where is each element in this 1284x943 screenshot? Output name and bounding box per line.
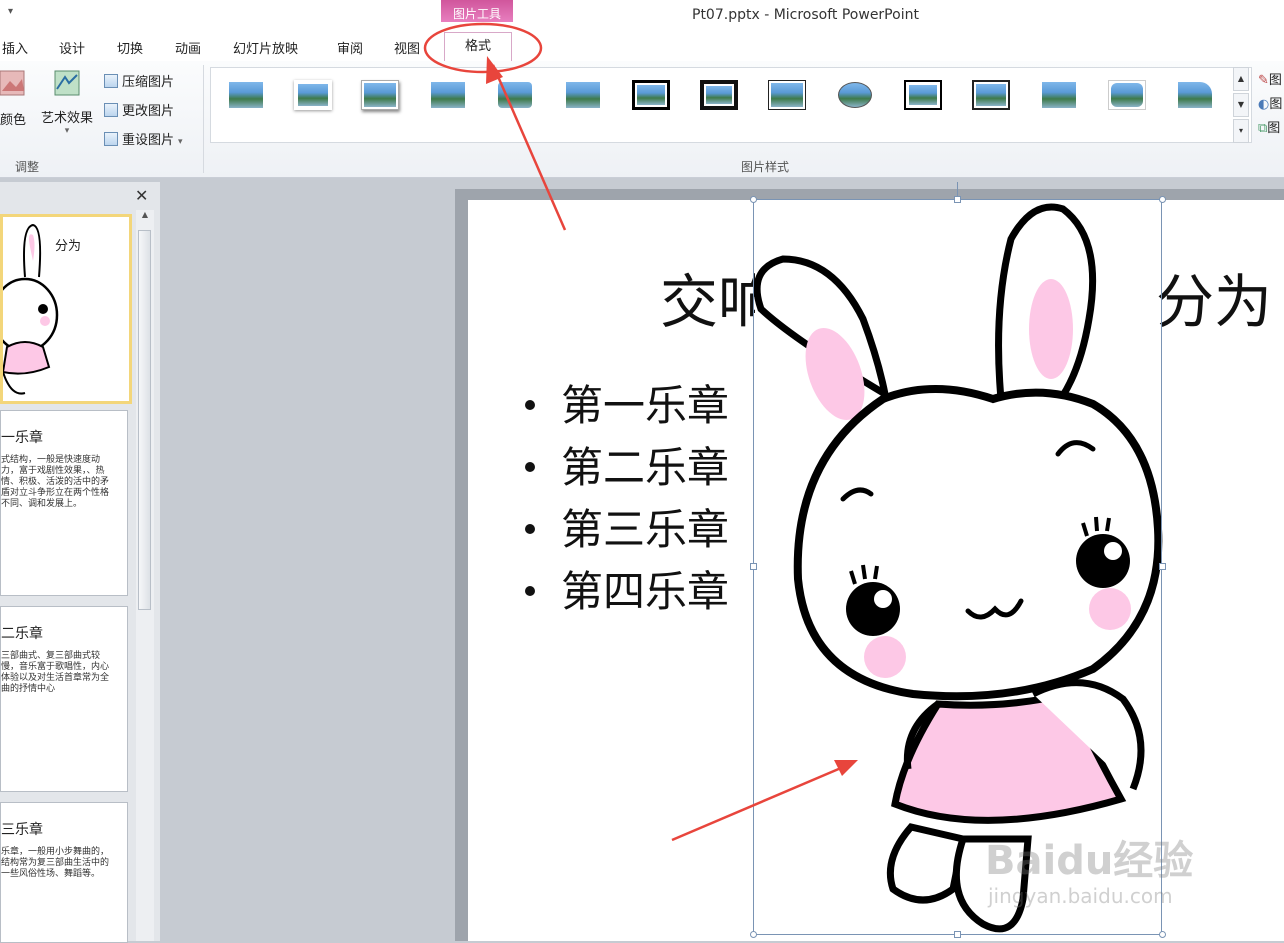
reset-picture-label: 重设图片: [122, 133, 175, 148]
watermark-url: jingyan.baidu.com: [988, 884, 1173, 908]
bullet-dot-icon: [525, 400, 535, 410]
gallery-scroll: ▲ ▼ ▾: [1233, 67, 1249, 143]
picture-border-options[interactable]: ✎图 ◐图 ⧉图: [1258, 69, 1282, 141]
color-button[interactable]: 颜色: [0, 69, 30, 149]
bullet-item: 第四乐章: [525, 558, 729, 620]
artistic-effects-button[interactable]: 艺术效果 ▾: [36, 69, 98, 149]
slide-thumbnail-body: 式结构，一般是快速度动力，富于戏剧性效果，、热情、积极、活泼的活中的矛盾对立斗争…: [1, 455, 110, 509]
tab-format[interactable]: 格式: [444, 32, 512, 63]
rotation-handle-line: [957, 182, 958, 196]
picture-style-bevel[interactable]: [496, 80, 534, 110]
resize-handle-bottom[interactable]: [954, 931, 961, 938]
scroll-up-icon[interactable]: ▲: [136, 210, 154, 219]
gallery-down-icon[interactable]: ▼: [1233, 93, 1249, 117]
ribbon-tab-row: 插入 设计 切换 动画 幻灯片放映 审阅 视图 格式: [0, 32, 1284, 63]
compress-icon: [104, 74, 118, 88]
watermark-logo: Baidu经验: [985, 838, 1194, 884]
color-icon: [0, 70, 25, 96]
picture-style-simple-frame[interactable]: [227, 80, 265, 110]
slide-thumbnail-title: 三乐章: [1, 822, 43, 838]
picture-style-perspective[interactable]: [564, 80, 602, 110]
bullet-dot-icon: [525, 462, 535, 472]
compress-pictures-button[interactable]: 压缩图片: [104, 71, 174, 90]
picture-style-soft-rect[interactable]: [1040, 80, 1078, 110]
picture-style-rounded-white[interactable]: [1108, 80, 1146, 110]
picture-style-double-frame[interactable]: [904, 80, 942, 110]
tab-transitions[interactable]: 切换: [117, 38, 143, 57]
compress-label: 压缩图片: [122, 75, 175, 90]
change-picture-icon: [104, 103, 118, 117]
change-picture-button[interactable]: 更改图片: [104, 100, 174, 119]
bullet-item: 第一乐章: [525, 372, 729, 434]
tab-animations[interactable]: 动画: [175, 38, 201, 57]
gallery-more-icon[interactable]: ▾: [1233, 119, 1249, 143]
bullet-item: 第二乐章: [525, 434, 729, 496]
bullet-dot-icon: [525, 586, 535, 596]
picture-style-thick-black[interactable]: [632, 80, 670, 110]
ribbon: 颜色 艺术效果 ▾ 压缩图片 更改图片 重设图片 ▾ 调整 ▲ ▼ ▾ ✎图 ◐…: [0, 61, 1284, 178]
scroll-thumb[interactable]: [138, 230, 151, 610]
slide-thumbnail-title: 二乐章: [1, 626, 43, 642]
artistic-effects-dropdown-icon: ▾: [64, 126, 70, 136]
artistic-effects-icon: [54, 70, 80, 96]
slide-thumbnail-2[interactable]: 一乐章 式结构，一般是快速度动力，富于戏剧性效果，、热情、积极、活泼的活中的矛盾…: [0, 410, 128, 596]
title-bar: ▾ 图片工具 Pt07.pptx - Microsoft PowerPoint: [0, 0, 1284, 32]
picture-styles-group-label: 图片样式: [741, 160, 790, 174]
slide-thumbnail-4[interactable]: 三乐章 乐章，一般用小步舞曲的，结构常为复三部曲生活中的一些风俗性场、舞蹈等。: [0, 802, 128, 943]
slide-thumbnail-1[interactable]: 分为: [0, 214, 132, 404]
change-picture-label: 更改图片: [122, 104, 175, 119]
picture-style-black-matte[interactable]: [700, 80, 738, 110]
slide-thumbnail-title: 一乐章: [1, 430, 43, 446]
panel-scrollbar[interactable]: ▲: [136, 210, 154, 941]
quick-access-dropdown-icon[interactable]: ▾: [8, 6, 13, 17]
picture-style-reflected[interactable]: [429, 80, 467, 110]
resize-handle-top-left[interactable]: [750, 196, 757, 203]
reset-picture-button[interactable]: 重设图片 ▾: [104, 129, 183, 148]
color-label: 颜色: [0, 113, 27, 128]
bullet-item: 第三乐章: [525, 496, 729, 558]
resize-handle-left[interactable]: [750, 563, 757, 570]
resize-handle-bottom-left[interactable]: [750, 931, 757, 938]
picture-style-thin-border[interactable]: [768, 80, 806, 110]
reset-dropdown-icon: ▾: [178, 137, 183, 147]
tab-view[interactable]: 视图: [394, 38, 420, 57]
picture-style-snip-corner[interactable]: [1176, 80, 1214, 110]
bunny-thumbnail-icon: [3, 223, 59, 395]
picture-style-oval[interactable]: [836, 80, 874, 110]
reset-picture-icon: [104, 132, 118, 146]
picture-style-metal-frame[interactable]: [972, 80, 1010, 110]
tab-design[interactable]: 设计: [59, 38, 85, 57]
resize-handle-bottom-right[interactable]: [1159, 931, 1166, 938]
close-panel-icon[interactable]: ✕: [135, 186, 148, 205]
adjust-group-label: 调整: [15, 160, 40, 174]
slide-thumbnail-body: 乐章，一般用小步舞曲的，结构常为复三部曲生活中的一些风俗性场、舞蹈等。: [1, 847, 110, 879]
bullet-list[interactable]: 第一乐章 第二乐章 第三乐章 第四乐章: [525, 372, 729, 620]
tab-slideshow[interactable]: 幻灯片放映: [233, 38, 298, 57]
window-title: Pt07.pptx - Microsoft PowerPoint: [692, 7, 919, 23]
gallery-up-icon[interactable]: ▲: [1233, 67, 1249, 91]
picture-tools-context-tab: 图片工具: [441, 0, 513, 22]
resize-handle-right[interactable]: [1159, 563, 1166, 570]
slide-thumbnail-3[interactable]: 二乐章 三部曲式、复三部曲式较慢，音乐富于歌唱性，内心体验以及对生活首章常为全曲…: [0, 606, 128, 792]
group-separator: [203, 65, 204, 173]
tab-review[interactable]: 审阅: [337, 38, 363, 57]
picture-styles-gallery: [210, 67, 1252, 143]
resize-handle-top-right[interactable]: [1159, 196, 1166, 203]
slide-thumbnail-body: 三部曲式、复三部曲式较慢，音乐富于歌唱性，内心体验以及对生活首章常为全曲的抒情中…: [1, 651, 110, 694]
picture-style-soft-edge[interactable]: [294, 80, 332, 110]
picture-style-shadow[interactable]: [361, 80, 399, 110]
picture-selection-box: [753, 199, 1162, 935]
artistic-effects-label: 艺术效果: [40, 111, 93, 126]
tab-insert[interactable]: 插入: [2, 38, 28, 57]
resize-handle-top[interactable]: [954, 196, 961, 203]
bullet-dot-icon: [525, 524, 535, 534]
